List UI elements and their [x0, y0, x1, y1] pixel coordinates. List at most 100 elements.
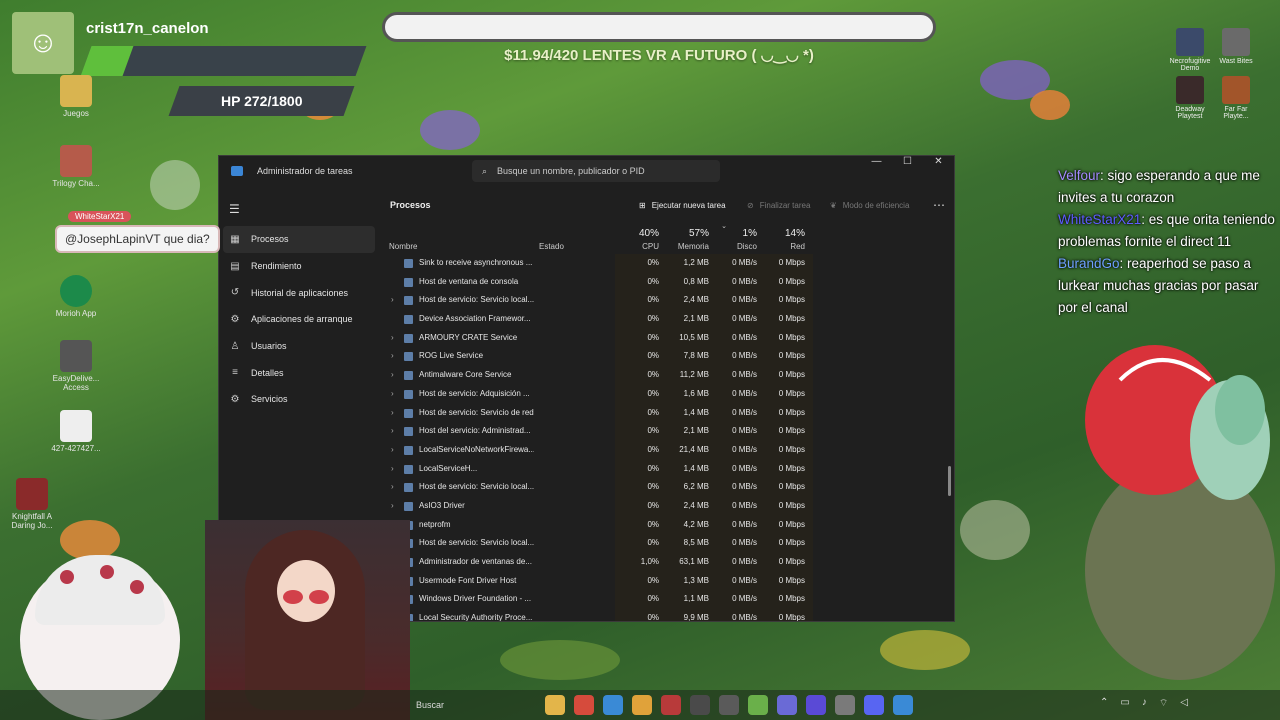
discord-icon[interactable] [864, 695, 884, 715]
vs-icon[interactable] [806, 695, 826, 715]
chrome-icon[interactable] [632, 695, 652, 715]
nav-item-procesos[interactable]: ▦ Procesos [223, 226, 375, 253]
process-row[interactable]: Windows Driver Foundation - ... 0% 1,1 MB 0… [379, 590, 954, 609]
expand-chevron-icon[interactable]: › [391, 295, 394, 304]
process-disk: 0 MB/s [732, 500, 757, 510]
goal-progress-bar [382, 12, 936, 42]
desktop-icon-easydelivery[interactable]: EasyDelive... Access [44, 340, 108, 392]
expand-chevron-icon[interactable]: › [391, 389, 394, 398]
nav-item-servicios[interactable]: ⚙ Servicios [219, 386, 379, 413]
efficiency-mode-button[interactable]: ❦ Modo de eficiencia [830, 201, 909, 210]
process-row[interactable]: › AsIO3 Driver 0% 2,4 MB 0 MB/s 0 Mbps [379, 497, 954, 516]
desktop-icon-morioh[interactable]: Morioh App [44, 275, 108, 318]
desktop-icon-wast[interactable]: Wast Bites [1212, 28, 1260, 65]
app-icon[interactable] [893, 695, 913, 715]
expand-chevron-icon[interactable]: › [391, 501, 394, 510]
process-row[interactable]: › Host de servicio: Servicio de red 0% 1,4 … [379, 404, 954, 423]
process-disk: 0 MB/s [732, 388, 757, 398]
process-row[interactable]: › Host de servicio: Servicio local... 0% 6,… [379, 478, 954, 497]
chrome-icon[interactable] [574, 695, 594, 715]
process-row[interactable]: Local Security Authority Proce... 0% 9,9 M… [379, 609, 954, 621]
mushroom-spot [60, 570, 74, 584]
desktop-icon-farfar[interactable]: Far Far Playte... [1212, 76, 1260, 120]
process-icon [404, 277, 413, 287]
minimize-button[interactable]: — [861, 156, 892, 172]
process-network: 0 Mbps [778, 351, 805, 361]
title-bar[interactable]: Administrador de tareas ⌕ Busque un nomb… [219, 156, 954, 186]
chevron-up-icon[interactable]: ⌃ [1100, 697, 1108, 710]
close-button[interactable]: ✕ [923, 156, 954, 172]
game-icon[interactable] [661, 695, 681, 715]
maximize-button[interactable]: ☐ [892, 156, 923, 172]
desktop-icon-necrofugitive[interactable]: Necrofugitive Demo [1166, 28, 1214, 72]
process-row[interactable]: Host de servicio: Servicio local... 0% 8,5… [379, 534, 954, 553]
nav-item-usuarios[interactable]: ♙ Usuarios [219, 333, 379, 360]
hamburger-menu-icon[interactable]: ☰ [229, 202, 379, 216]
column-disk[interactable]: Disco [719, 242, 757, 251]
obs-icon[interactable] [719, 695, 739, 715]
process-row[interactable]: Sink to receive asynchronous ... 0% 1,2 MB… [379, 254, 954, 273]
process-row[interactable]: netprofm 0% 4,2 MB 0 MB/s 0 Mbps [379, 516, 954, 535]
app-icon[interactable] [690, 695, 710, 715]
app-icon[interactable] [748, 695, 768, 715]
process-row[interactable]: › ARMOURY CRATE Service 0% 10,5 MB 0 MB/s 0 M… [379, 329, 954, 348]
process-cpu: 0% [647, 314, 659, 324]
desktop-icon-knightfall[interactable]: Knightfall A Daring Jo... [0, 478, 64, 530]
expand-chevron-icon[interactable]: › [391, 408, 394, 417]
battery-icon[interactable]: ▭ [1120, 697, 1129, 710]
process-row[interactable]: › Antimalware Core Service 0% 11,2 MB 0 MB/s… [379, 366, 954, 385]
chat-message: Velfour: sigo esperando a que me invites… [1058, 165, 1280, 209]
search-input[interactable]: ⌕ Busque un nombre, publicador o PID [472, 160, 720, 182]
nav-item-detalles[interactable]: ≡ Detalles [219, 359, 379, 386]
nav-item-rendimiento[interactable]: ▤ Rendimiento [219, 253, 379, 280]
column-network[interactable]: Red [765, 242, 805, 251]
more-options-button[interactable]: ⋯ [933, 198, 945, 212]
process-row[interactable]: › LocalServiceH... 0% 1,4 MB 0 MB/s 0 Mbps [379, 460, 954, 479]
mic-icon[interactable]: ♪ [1142, 697, 1147, 710]
frog-mascot-avatar [1060, 320, 1280, 690]
expand-chevron-icon[interactable]: › [391, 333, 394, 342]
column-status[interactable]: Estado [539, 242, 564, 251]
process-network: 0 Mbps [778, 370, 805, 380]
process-row[interactable]: › Host del servicio: Administrad... 0% 2,1 … [379, 422, 954, 441]
expand-chevron-icon[interactable]: › [391, 370, 394, 379]
expand-chevron-icon[interactable]: › [391, 482, 394, 491]
column-cpu[interactable]: CPU [619, 242, 659, 251]
file-explorer-icon[interactable] [545, 695, 565, 715]
desktop-icon-trilogy[interactable]: Trilogy Cha... [44, 145, 108, 188]
details-icon: ≡ [232, 367, 238, 379]
column-name[interactable]: Nombre [389, 242, 417, 251]
run-new-task-button[interactable]: ⊞ Ejecutar nueva tarea [639, 201, 726, 210]
network-icon[interactable]: ⌔ [1159, 697, 1168, 710]
process-name: Host de servicio: Servicio local... [419, 482, 534, 492]
nav-item-historial[interactable]: ↺ Historial de aplicaciones [219, 279, 379, 306]
process-disk: 0 MB/s [732, 482, 757, 492]
desktop-icon-image[interactable]: 427-427427... [44, 410, 108, 453]
process-row[interactable]: Usermode Font Driver Host 0% 1,3 MB 0 MB/s 0… [379, 572, 954, 591]
desktop-icon-juegos[interactable]: Juegos [44, 75, 108, 118]
column-memory[interactable]: Memoria [669, 242, 709, 251]
process-row[interactable]: › LocalServiceNoNetworkFirewa... 0% 21,4 MB… [379, 441, 954, 460]
expand-chevron-icon[interactable]: › [391, 426, 394, 435]
process-row[interactable]: › ROG Live Service 0% 7,8 MB 0 MB/s 0 Mbps [379, 347, 954, 366]
expand-chevron-icon[interactable]: › [391, 464, 394, 473]
settings-icon[interactable] [835, 695, 855, 715]
nav-item-arranque[interactable]: ⚙ Aplicaciones de arranque [219, 306, 379, 333]
expand-chevron-icon[interactable]: › [391, 445, 394, 454]
process-row[interactable]: › Host de servicio: Adquisición ... 0% 1,6 … [379, 385, 954, 404]
process-row[interactable]: Device Association Framewor... 0% 2,1 MB 0 … [379, 310, 954, 329]
volume-icon[interactable]: ◁ [1180, 697, 1188, 710]
process-name: Sink to receive asynchronous ... [419, 258, 533, 267]
process-row[interactable]: Administrador de ventanas de... 1,0% 63,1 … [379, 553, 954, 572]
expand-chevron-icon[interactable]: › [391, 351, 394, 360]
taskbar-icons [545, 695, 913, 715]
process-network: 0 Mbps [778, 444, 805, 454]
end-task-button[interactable]: ⊘ Finalizar tarea [747, 201, 810, 210]
scrollbar[interactable] [948, 466, 951, 496]
taskbar-search[interactable]: Buscar [410, 693, 538, 717]
desktop-icon-deadway[interactable]: Deadway Playtest [1166, 76, 1214, 120]
app-icon[interactable] [777, 695, 797, 715]
browser-icon[interactable] [603, 695, 623, 715]
process-row[interactable]: › Host de servicio: Servicio local... 0% 2,… [379, 291, 954, 310]
process-row[interactable]: Host de ventana de consola 0% 0,8 MB 0 MB/s… [379, 273, 954, 292]
